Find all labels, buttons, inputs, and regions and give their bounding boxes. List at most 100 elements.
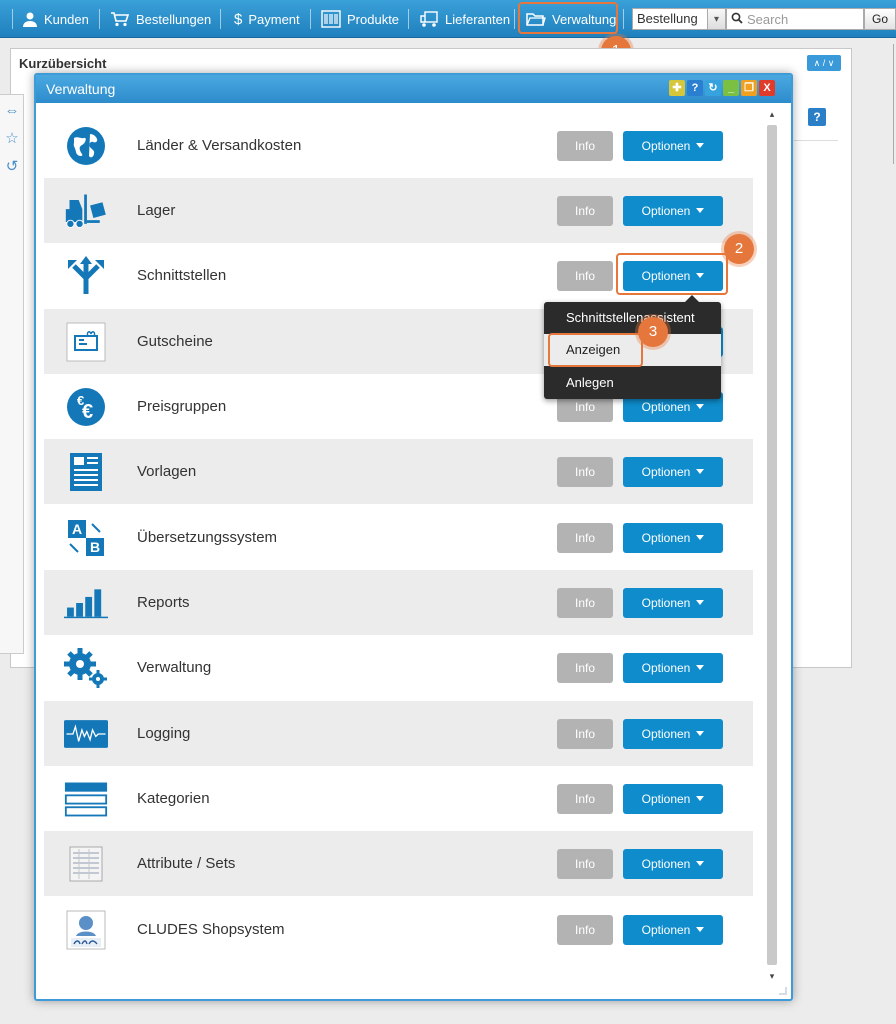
options-label: Optionen bbox=[641, 204, 691, 218]
nav-label: Produkte bbox=[347, 11, 400, 27]
pulse-icon bbox=[64, 713, 108, 755]
options-button[interactable]: Optionen bbox=[623, 719, 723, 749]
caret-down-icon bbox=[696, 208, 705, 214]
list-item: Attribute / Sets Info Optionen bbox=[44, 831, 753, 896]
options-button[interactable]: Optionen bbox=[623, 457, 723, 487]
folder-icon bbox=[526, 11, 546, 27]
divider bbox=[893, 44, 894, 164]
bar-chart-icon bbox=[64, 582, 108, 624]
maximize-icon[interactable]: ❐ bbox=[741, 80, 757, 96]
callout-badge-2: 2 bbox=[724, 234, 754, 264]
nav-item-kunden[interactable]: Kunden bbox=[22, 0, 89, 38]
star-icon[interactable]: ☆ bbox=[4, 131, 20, 147]
go-button[interactable]: Go bbox=[864, 8, 896, 30]
nav-item-payment[interactable]: $ Payment bbox=[234, 0, 300, 38]
nav-label: Lieferanten bbox=[445, 11, 511, 27]
info-button[interactable]: Info bbox=[557, 261, 613, 291]
row-label: Länder & Versandkosten bbox=[137, 137, 302, 154]
info-button[interactable]: Info bbox=[557, 849, 613, 879]
options-button[interactable]: Optionen bbox=[623, 784, 723, 814]
info-button[interactable]: Info bbox=[557, 131, 613, 161]
nav-separator bbox=[623, 9, 624, 29]
options-button[interactable]: Optionen bbox=[623, 849, 723, 879]
verwaltung-modal: Verwaltung ✚ ? ↻ _ ❐ X Länder & Versandk… bbox=[34, 73, 793, 1001]
options-button[interactable]: Optionen bbox=[623, 261, 723, 291]
menu-item-anzeigen[interactable]: Anzeigen bbox=[544, 334, 721, 366]
caret-down-icon bbox=[696, 796, 705, 802]
nav-item-lieferanten[interactable]: Lieferanten bbox=[419, 0, 510, 38]
help-icon[interactable]: ? bbox=[808, 108, 826, 126]
search-type-select[interactable]: Bestellung ▾ bbox=[632, 8, 726, 30]
row-label: CLUDES Shopsystem bbox=[137, 921, 285, 938]
list-item: Reports Info Optionen bbox=[44, 570, 753, 635]
info-button[interactable]: Info bbox=[557, 784, 613, 814]
list-item: CLUDES Shopsystem Info Optionen bbox=[44, 897, 753, 962]
menu-item-anlegen[interactable]: Anlegen bbox=[544, 367, 721, 399]
minimize-icon[interactable]: _ bbox=[723, 80, 739, 96]
info-button[interactable]: Info bbox=[557, 588, 613, 618]
options-button[interactable]: Optionen bbox=[623, 523, 723, 553]
nav-label: Payment bbox=[248, 11, 300, 27]
svg-text:B: B bbox=[90, 539, 100, 555]
scroll-up-icon[interactable]: ▴ bbox=[766, 109, 778, 121]
row-label: Kategorien bbox=[137, 790, 210, 807]
resize-handle-icon[interactable] bbox=[779, 987, 787, 995]
collapse-toggle-button[interactable]: ∧ / ∨ bbox=[807, 55, 841, 71]
row-label: Schnittstellen bbox=[137, 267, 227, 284]
row-label: Übersetzungssystem bbox=[137, 529, 278, 546]
nav-item-produkte[interactable]: Produkte bbox=[321, 0, 399, 38]
row-label: Reports bbox=[137, 594, 190, 611]
search-icon bbox=[731, 12, 743, 27]
row-label: Attribute / Sets bbox=[137, 855, 236, 872]
add-icon[interactable]: ✚ bbox=[669, 80, 685, 96]
help-icon[interactable]: ? bbox=[687, 80, 703, 96]
list-item: Lager Info Optionen bbox=[44, 178, 753, 243]
info-button[interactable]: Info bbox=[557, 523, 613, 553]
caret-down-icon bbox=[696, 927, 705, 933]
svg-text:€: € bbox=[82, 401, 93, 423]
options-button[interactable]: Optionen bbox=[623, 588, 723, 618]
refresh-icon[interactable]: ↻ bbox=[705, 80, 721, 96]
voucher-icon bbox=[64, 321, 108, 363]
options-label: Optionen bbox=[641, 923, 691, 937]
menu-item-schnittstellenassistent[interactable]: Schnittstellenassistent bbox=[544, 302, 721, 334]
scroll-thumb[interactable] bbox=[767, 125, 777, 965]
divider bbox=[794, 140, 838, 141]
close-icon[interactable]: X bbox=[759, 80, 775, 96]
search-input[interactable]: Search bbox=[726, 8, 864, 30]
options-button[interactable]: Optionen bbox=[623, 131, 723, 161]
user-icon bbox=[22, 11, 38, 27]
attribute-sheet-icon bbox=[64, 843, 108, 885]
options-button[interactable]: Optionen bbox=[623, 915, 723, 945]
modal-title: Verwaltung bbox=[46, 81, 116, 97]
info-button[interactable]: Info bbox=[557, 196, 613, 226]
options-dropdown-menu: Schnittstellenassistent Anzeigen Anlegen bbox=[544, 295, 721, 399]
expand-arrows-icon[interactable]: ⇔ bbox=[4, 103, 20, 119]
vertical-scrollbar[interactable]: ▴ ▾ bbox=[764, 107, 780, 987]
options-label: Optionen bbox=[641, 596, 691, 610]
options-button[interactable]: Optionen bbox=[623, 653, 723, 683]
caret-down-icon bbox=[696, 535, 705, 541]
caret-down-icon bbox=[696, 273, 705, 279]
nav-item-bestellungen[interactable]: Bestellungen bbox=[110, 0, 211, 38]
scroll-down-icon[interactable]: ▾ bbox=[766, 971, 778, 983]
row-label: Verwaltung bbox=[137, 659, 212, 676]
forklift-icon bbox=[64, 190, 108, 232]
nav-item-verwaltung[interactable]: Verwaltung bbox=[526, 0, 616, 38]
truck-icon bbox=[419, 10, 439, 28]
options-button[interactable]: Optionen bbox=[623, 196, 723, 226]
info-button[interactable]: Info bbox=[557, 915, 613, 945]
row-label: Vorlagen bbox=[137, 463, 197, 480]
info-button[interactable]: Info bbox=[557, 457, 613, 487]
row-label: Preisgruppen bbox=[137, 398, 227, 415]
euro-coins-icon: € € bbox=[64, 386, 108, 428]
refresh-icon[interactable]: ↺ bbox=[4, 159, 20, 175]
caret-down-icon bbox=[696, 143, 705, 149]
options-label: Optionen bbox=[641, 400, 691, 414]
info-button[interactable]: Info bbox=[557, 719, 613, 749]
cludes-logo-icon bbox=[64, 909, 108, 951]
options-label: Optionen bbox=[641, 727, 691, 741]
dollar-icon: $ bbox=[234, 10, 243, 28]
info-button[interactable]: Info bbox=[557, 653, 613, 683]
translate-ab-icon: AB bbox=[64, 517, 108, 559]
